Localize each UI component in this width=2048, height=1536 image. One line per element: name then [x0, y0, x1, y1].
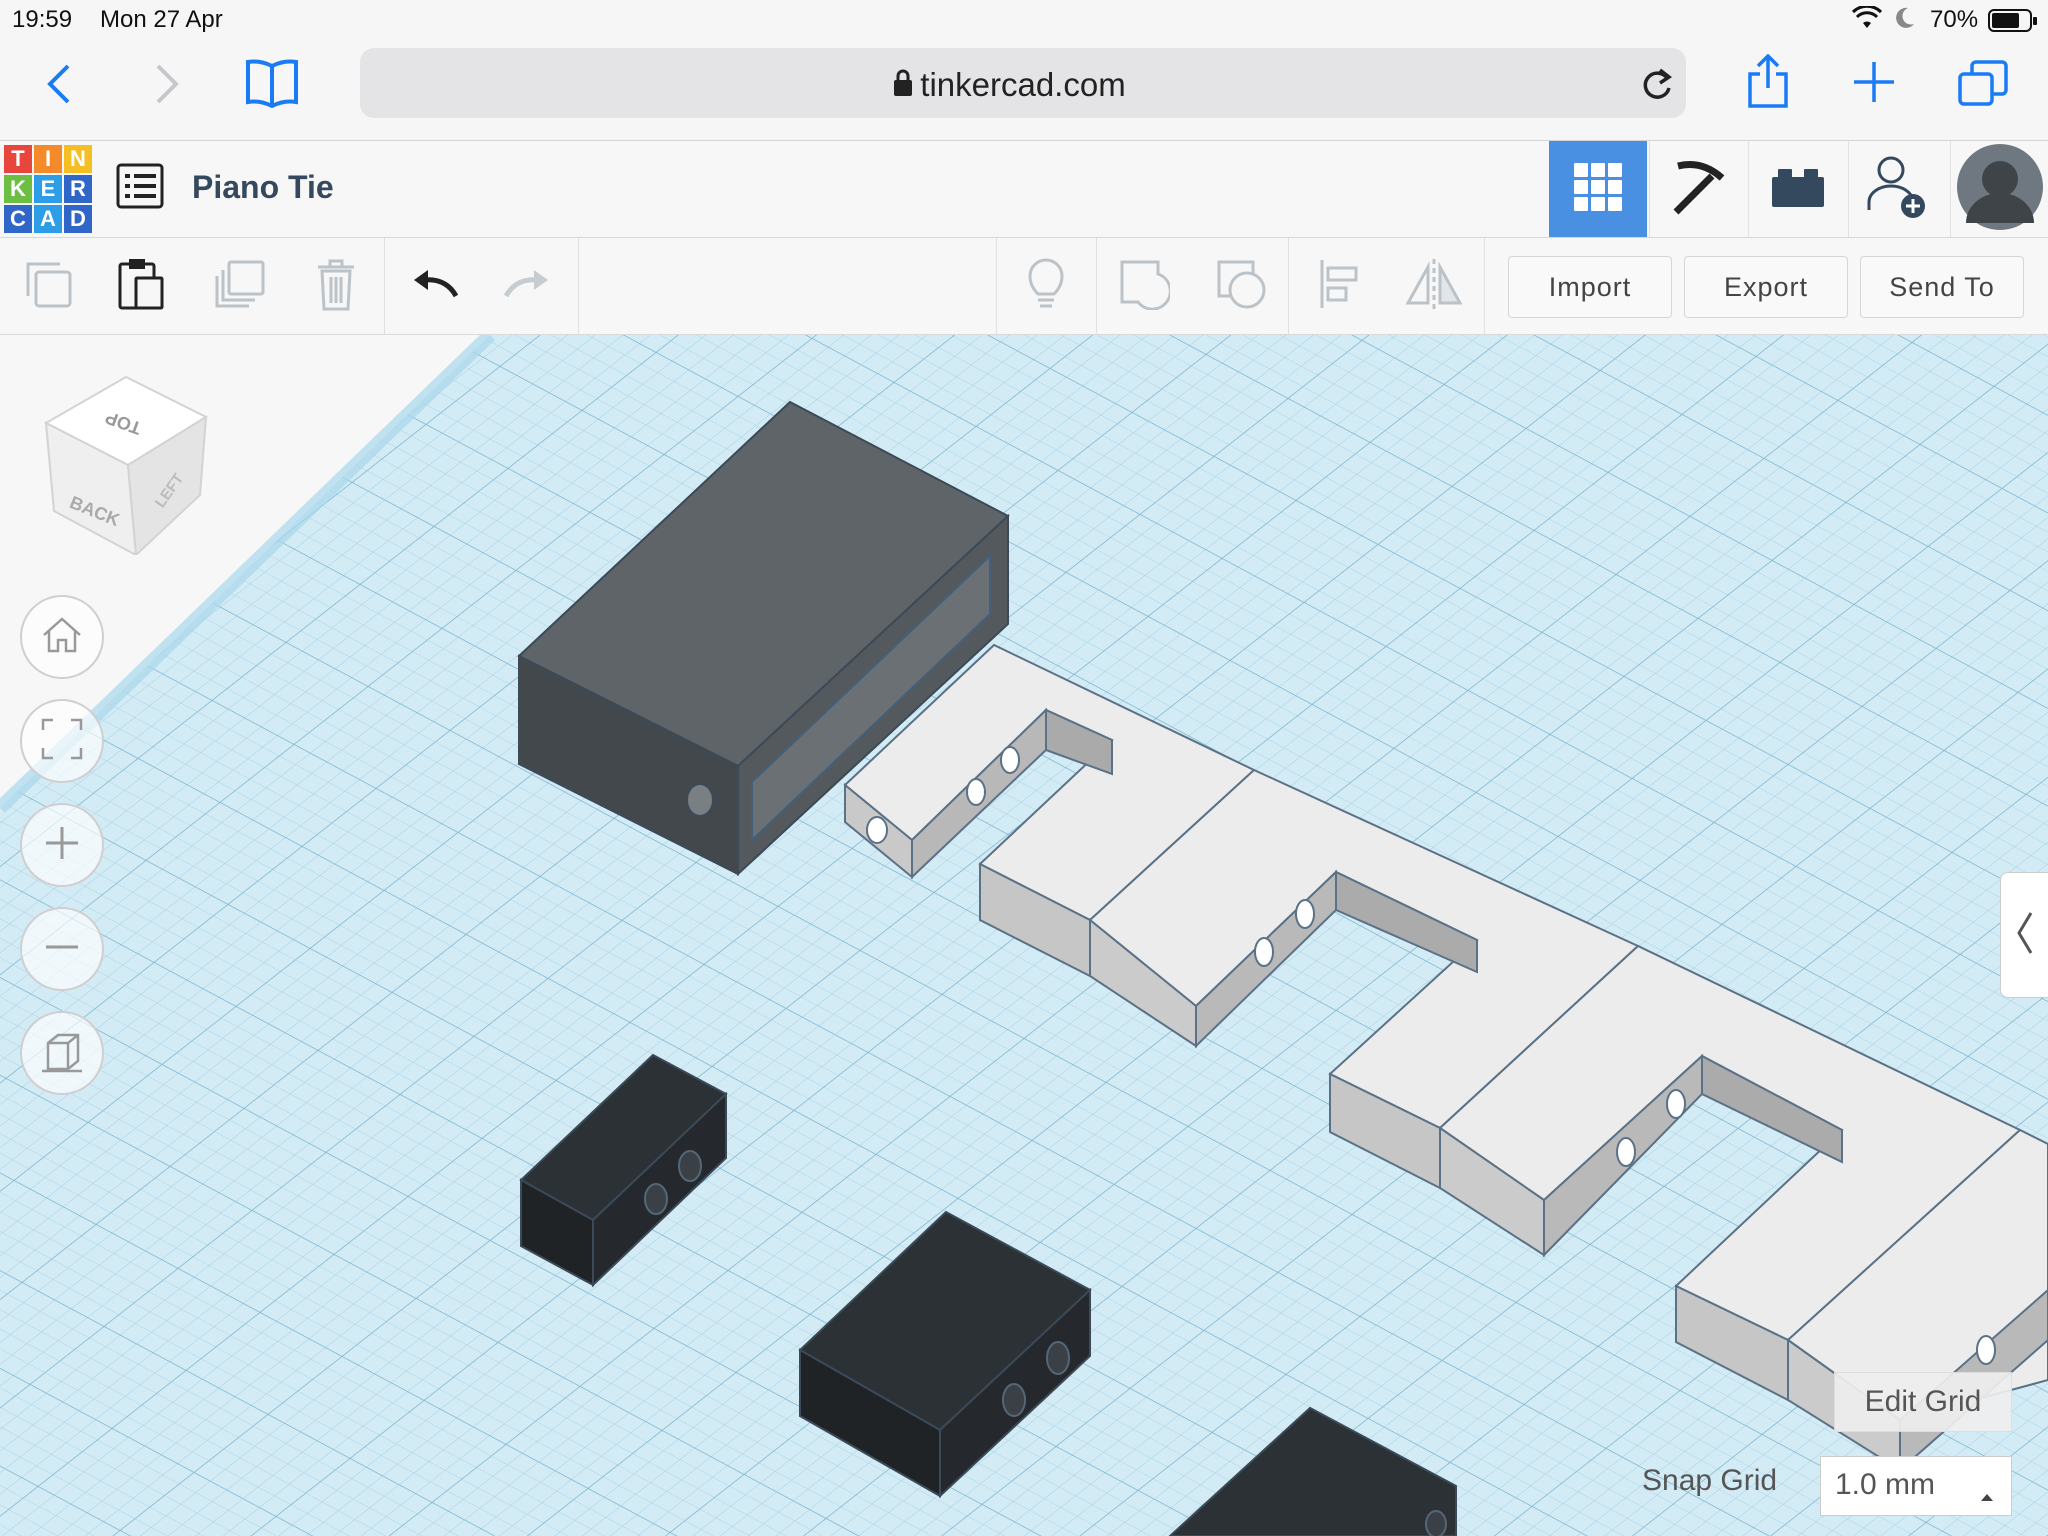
reload-icon[interactable]: [1640, 66, 1674, 107]
perspective-cube-icon: [40, 1029, 84, 1078]
copy-button[interactable]: [18, 256, 78, 316]
user-avatar[interactable]: [1950, 141, 2048, 237]
edit-toolbar: Import Export Send To: [0, 238, 2048, 335]
show-hidden-button[interactable]: [1016, 256, 1076, 316]
import-button[interactable]: Import: [1508, 256, 1672, 318]
group-button[interactable]: [1114, 256, 1174, 316]
chevron-left-icon: [2015, 909, 2035, 962]
workplane-viewport[interactable]: TOP BACK LEFT Edit Grid Snap Grid 1.0 mm: [0, 335, 2048, 1536]
browser-toolbar: tinkercad.com: [0, 42, 2048, 141]
fit-view-button[interactable]: [20, 699, 104, 783]
toolbar-divider: [996, 238, 997, 334]
trash-icon: [314, 257, 358, 316]
redo-button[interactable]: [498, 256, 558, 316]
logo-letter: N: [64, 145, 92, 173]
bookmarks-icon[interactable]: [244, 58, 300, 113]
forward-icon[interactable]: [152, 62, 182, 111]
logo-letter: D: [64, 205, 92, 233]
status-time: 19:59: [12, 6, 73, 33]
mirror-button[interactable]: [1404, 256, 1464, 316]
duplicate-button[interactable]: [210, 256, 270, 316]
duplicate-icon: [213, 258, 267, 315]
paste-button[interactable]: [110, 256, 170, 316]
snap-grid-value: 1.0 mm: [1835, 1468, 1936, 1501]
ungroup-button[interactable]: [1212, 256, 1272, 316]
ios-status-bar: 19:59 Mon 27 Apr 70%: [0, 0, 2048, 42]
caret-up-icon: [1979, 1477, 1995, 1511]
plus-icon: [44, 825, 80, 866]
workplane-canvas[interactable]: [0, 335, 2048, 1536]
logo-letter: R: [64, 175, 92, 203]
zoom-out-button[interactable]: [20, 907, 104, 991]
add-user-icon: [1865, 152, 1931, 227]
logo-letter: C: [4, 205, 32, 233]
perspective-button[interactable]: [20, 1011, 104, 1095]
shapes-panel-toggle[interactable]: [2000, 872, 2048, 998]
undo-icon: [410, 266, 459, 307]
send-to-button[interactable]: Send To: [1860, 256, 2024, 318]
toolbar-divider: [1484, 238, 1485, 334]
battery-percent: 70%: [1930, 6, 1979, 33]
share-icon[interactable]: [1746, 53, 1790, 113]
tabs-icon[interactable]: [1958, 60, 2008, 111]
copy-icon: [22, 258, 74, 315]
design-list-icon[interactable]: [116, 163, 164, 214]
toolbar-divider: [1288, 238, 1289, 334]
lightbulb-icon: [1026, 256, 1066, 317]
url-text: tinkercad.com: [920, 66, 1126, 103]
mirror-icon: [1404, 257, 1464, 316]
toolbar-divider: [1096, 238, 1097, 334]
zoom-in-button[interactable]: [20, 803, 104, 887]
minus-icon: [44, 929, 80, 970]
invite-user-button[interactable]: [1848, 141, 1947, 237]
align-button[interactable]: [1310, 256, 1370, 316]
undo-button[interactable]: [404, 256, 464, 316]
redo-icon: [503, 266, 552, 307]
pickaxe-icon: [1668, 156, 1730, 223]
align-icon: [1318, 258, 1362, 315]
clipboard-icon: [114, 256, 166, 317]
logo-letter: E: [34, 175, 62, 203]
export-button[interactable]: Export: [1684, 256, 1848, 318]
delete-button[interactable]: [306, 256, 366, 316]
brick-icon: [1770, 165, 1826, 214]
moon-icon: [1894, 6, 1916, 37]
home-icon: [40, 615, 84, 660]
new-tab-icon[interactable]: [1852, 60, 1896, 109]
logo-letter: A: [34, 205, 62, 233]
view-cube[interactable]: TOP BACK LEFT: [36, 365, 216, 560]
3d-view-button[interactable]: [1549, 141, 1647, 237]
logo-letter: I: [34, 145, 62, 173]
home-view-button[interactable]: [20, 595, 104, 679]
bricks-view-button[interactable]: [1748, 141, 1847, 237]
design-title[interactable]: Piano Tie: [192, 169, 334, 206]
fit-icon: [41, 718, 83, 765]
avatar-icon: [1956, 143, 2044, 236]
grid-icon: [1572, 161, 1624, 218]
app-header: T I N K E R C A D Piano Tie: [0, 141, 2048, 238]
address-bar[interactable]: tinkercad.com: [360, 48, 1686, 118]
logo-letter: T: [4, 145, 32, 173]
group-icon: [1118, 258, 1172, 315]
tinkercad-logo[interactable]: T I N K E R C A D: [4, 145, 92, 233]
toolbar-divider: [384, 238, 385, 334]
blocks-view-button[interactable]: [1649, 141, 1748, 237]
snap-grid-select[interactable]: 1.0 mm: [1820, 1456, 2012, 1516]
edit-grid-button[interactable]: Edit Grid: [1834, 1372, 2012, 1432]
ungroup-icon: [1215, 258, 1269, 315]
wifi-icon: [1851, 4, 1883, 37]
battery-icon: [1988, 9, 2038, 40]
status-date: Mon 27 Apr: [100, 6, 223, 33]
toolbar-divider: [578, 238, 579, 334]
snap-grid-label: Snap Grid: [1642, 1464, 1778, 1497]
back-icon[interactable]: [44, 62, 74, 111]
logo-letter: K: [4, 175, 32, 203]
